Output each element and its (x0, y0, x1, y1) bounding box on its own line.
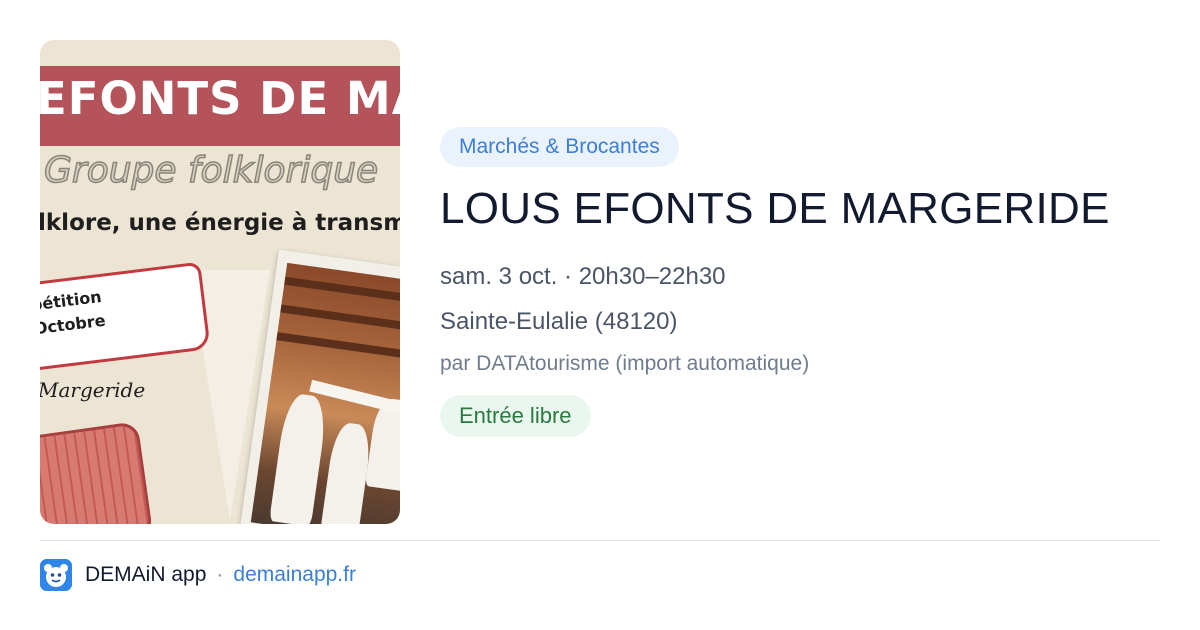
footer-app-name: DEMAiN app (85, 563, 207, 586)
footer: DEMAiN app · demainapp.fr (40, 558, 356, 592)
photo-beam (280, 304, 400, 334)
poster-ribbon-line-1: pétition (40, 286, 103, 315)
footer-separator: · (216, 563, 224, 586)
photo-beam (284, 276, 400, 306)
photo-beam (276, 332, 400, 361)
footer-website-link[interactable]: demainapp.fr (233, 563, 356, 587)
footer-divider (40, 540, 1160, 541)
event-source: par DATAtourisme (import automatique) (440, 352, 810, 375)
demain-app-logo-icon (40, 559, 72, 591)
accordion-illustration (40, 421, 154, 524)
share-card: EFONTS DE MAR Groupe folklorique lklore,… (0, 0, 1200, 630)
category-badge[interactable]: Marchés & Brocantes (440, 127, 679, 167)
poster-tagline: lklore, une énergie à transm (40, 210, 400, 236)
poster-ribbon-line-2: Octobre (40, 310, 107, 339)
dancer-figure (320, 421, 374, 524)
dancer-figure (269, 392, 329, 524)
event-title: LOUS EFONTS DE MARGERIDE (440, 184, 1110, 233)
poster-banner-text: EFONTS DE MAR (40, 72, 400, 125)
poster-ribbon: pétition Octobre (40, 261, 211, 371)
price-badge: Entrée libre (440, 395, 591, 437)
event-poster-image[interactable]: EFONTS DE MAR Groupe folklorique lklore,… (40, 40, 400, 524)
event-datetime: sam. 3 oct. · 20h30–22h30 (440, 263, 726, 290)
dancers-photo (250, 262, 400, 524)
poster-signature: Margeride (40, 378, 146, 402)
demain-app-logo-svg (40, 559, 72, 591)
poster-subtitle: Groupe folklorique (43, 149, 379, 192)
event-location: Sainte-Eulalie (48120) (440, 308, 678, 335)
